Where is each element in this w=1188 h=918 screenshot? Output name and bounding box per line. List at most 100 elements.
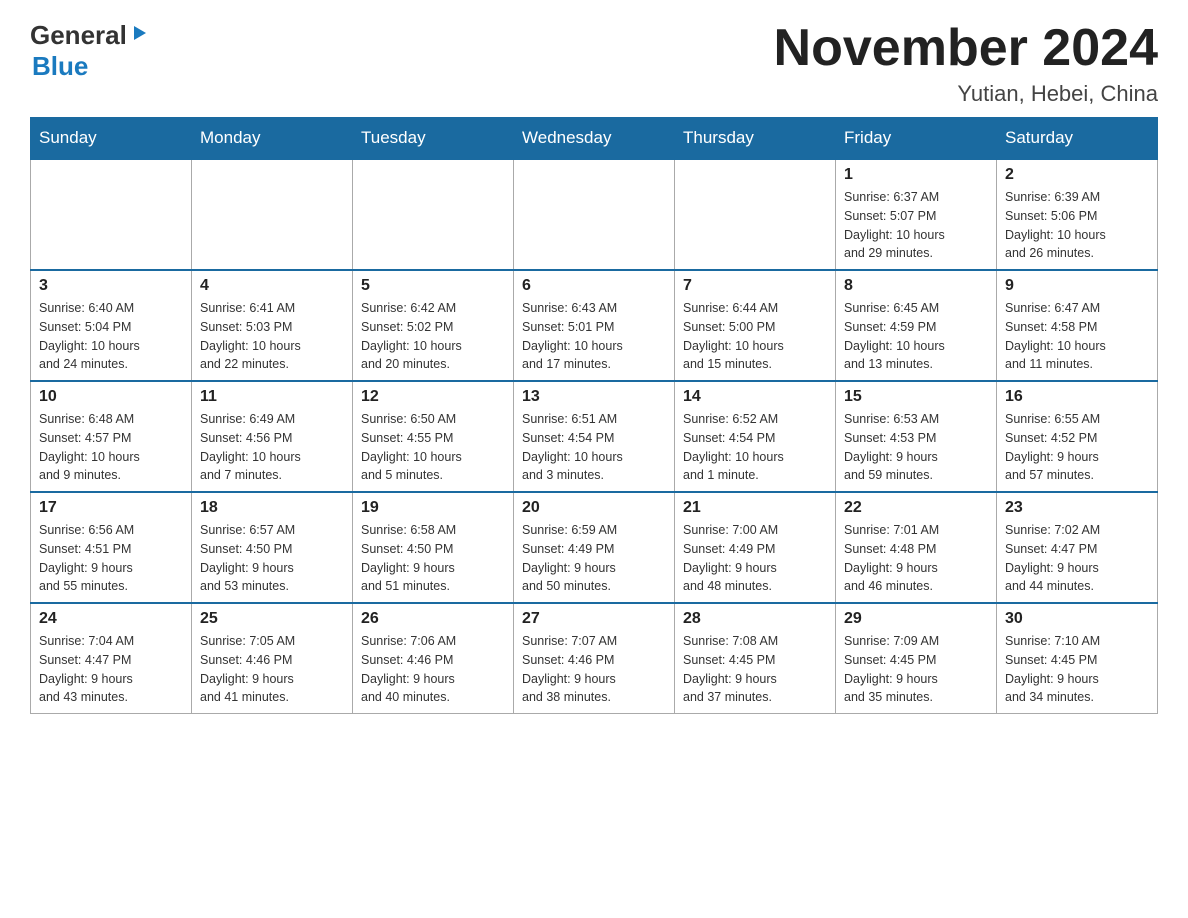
- day-info: Sunrise: 7:06 AMSunset: 4:46 PMDaylight:…: [361, 632, 505, 707]
- day-number: 30: [1005, 610, 1149, 628]
- day-info: Sunrise: 6:57 AMSunset: 4:50 PMDaylight:…: [200, 521, 344, 596]
- day-info: Sunrise: 6:40 AMSunset: 5:04 PMDaylight:…: [39, 299, 183, 374]
- day-info: Sunrise: 6:50 AMSunset: 4:55 PMDaylight:…: [361, 410, 505, 485]
- day-info: Sunrise: 7:02 AMSunset: 4:47 PMDaylight:…: [1005, 521, 1149, 596]
- day-info: Sunrise: 6:51 AMSunset: 4:54 PMDaylight:…: [522, 410, 666, 485]
- calendar-cell: 22 Sunrise: 7:01 AMSunset: 4:48 PMDayligh…: [836, 492, 997, 603]
- day-info: Sunrise: 7:00 AMSunset: 4:49 PMDaylight:…: [683, 521, 827, 596]
- day-info: Sunrise: 6:47 AMSunset: 4:58 PMDaylight:…: [1005, 299, 1149, 374]
- logo-arrow-icon: [130, 24, 148, 47]
- calendar-cell: [192, 159, 353, 270]
- calendar-cell: 24 Sunrise: 7:04 AMSunset: 4:47 PMDayligh…: [31, 603, 192, 714]
- calendar-cell: 16 Sunrise: 6:55 AMSunset: 4:52 PMDayligh…: [997, 381, 1158, 492]
- day-info: Sunrise: 6:43 AMSunset: 5:01 PMDaylight:…: [522, 299, 666, 374]
- calendar-cell: 2 Sunrise: 6:39 AMSunset: 5:06 PMDaylight…: [997, 159, 1158, 270]
- calendar-week-5: 24 Sunrise: 7:04 AMSunset: 4:47 PMDayligh…: [31, 603, 1158, 714]
- calendar-week-2: 3 Sunrise: 6:40 AMSunset: 5:04 PMDaylight…: [31, 270, 1158, 381]
- calendar-cell: 11 Sunrise: 6:49 AMSunset: 4:56 PMDayligh…: [192, 381, 353, 492]
- day-number: 20: [522, 499, 666, 517]
- calendar-cell: 12 Sunrise: 6:50 AMSunset: 4:55 PMDayligh…: [353, 381, 514, 492]
- weekday-header-sunday: Sunday: [31, 118, 192, 160]
- title-section: November 2024 Yutian, Hebei, China: [774, 20, 1158, 107]
- day-info: Sunrise: 7:01 AMSunset: 4:48 PMDaylight:…: [844, 521, 988, 596]
- day-info: Sunrise: 6:39 AMSunset: 5:06 PMDaylight:…: [1005, 188, 1149, 263]
- day-info: Sunrise: 6:58 AMSunset: 4:50 PMDaylight:…: [361, 521, 505, 596]
- day-info: Sunrise: 7:07 AMSunset: 4:46 PMDaylight:…: [522, 632, 666, 707]
- weekday-header-monday: Monday: [192, 118, 353, 160]
- calendar-cell: 1 Sunrise: 6:37 AMSunset: 5:07 PMDaylight…: [836, 159, 997, 270]
- day-number: 3: [39, 277, 183, 295]
- location-text: Yutian, Hebei, China: [774, 81, 1158, 107]
- day-number: 14: [683, 388, 827, 406]
- calendar-cell: 23 Sunrise: 7:02 AMSunset: 4:47 PMDayligh…: [997, 492, 1158, 603]
- day-number: 29: [844, 610, 988, 628]
- calendar-week-1: 1 Sunrise: 6:37 AMSunset: 5:07 PMDaylight…: [31, 159, 1158, 270]
- calendar-cell: 9Sunrise: 6:47 AMSunset: 4:58 PMDaylight…: [997, 270, 1158, 381]
- calendar-cell: [675, 159, 836, 270]
- page-header: General Blue November 2024 Yutian, Hebei…: [30, 20, 1158, 107]
- weekday-header-friday: Friday: [836, 118, 997, 160]
- day-number: 27: [522, 610, 666, 628]
- calendar-cell: 26 Sunrise: 7:06 AMSunset: 4:46 PMDayligh…: [353, 603, 514, 714]
- day-info: Sunrise: 6:45 AMSunset: 4:59 PMDaylight:…: [844, 299, 988, 374]
- day-number: 11: [200, 388, 344, 406]
- calendar-cell: 30 Sunrise: 7:10 AMSunset: 4:45 PMDayligh…: [997, 603, 1158, 714]
- day-info: Sunrise: 6:56 AMSunset: 4:51 PMDaylight:…: [39, 521, 183, 596]
- weekday-header-saturday: Saturday: [997, 118, 1158, 160]
- day-info: Sunrise: 6:49 AMSunset: 4:56 PMDaylight:…: [200, 410, 344, 485]
- calendar-cell: 29 Sunrise: 7:09 AMSunset: 4:45 PMDayligh…: [836, 603, 997, 714]
- logo-general-text: General: [30, 20, 127, 51]
- calendar-cell: 28Sunrise: 7:08 AMSunset: 4:45 PMDayligh…: [675, 603, 836, 714]
- day-number: 23: [1005, 499, 1149, 517]
- day-number: 10: [39, 388, 183, 406]
- calendar-cell: [31, 159, 192, 270]
- calendar-cell: 4 Sunrise: 6:41 AMSunset: 5:03 PMDaylight…: [192, 270, 353, 381]
- day-info: Sunrise: 6:55 AMSunset: 4:52 PMDaylight:…: [1005, 410, 1149, 485]
- day-info: Sunrise: 6:52 AMSunset: 4:54 PMDaylight:…: [683, 410, 827, 485]
- calendar-week-4: 17 Sunrise: 6:56 AMSunset: 4:51 PMDayligh…: [31, 492, 1158, 603]
- calendar-cell: [353, 159, 514, 270]
- calendar-cell: 13 Sunrise: 6:51 AMSunset: 4:54 PMDayligh…: [514, 381, 675, 492]
- day-number: 18: [200, 499, 344, 517]
- day-number: 4: [200, 277, 344, 295]
- calendar-table: SundayMondayTuesdayWednesdayThursdayFrid…: [30, 117, 1158, 714]
- day-number: 5: [361, 277, 505, 295]
- day-info: Sunrise: 6:37 AMSunset: 5:07 PMDaylight:…: [844, 188, 988, 263]
- weekday-header-wednesday: Wednesday: [514, 118, 675, 160]
- calendar-cell: 18 Sunrise: 6:57 AMSunset: 4:50 PMDayligh…: [192, 492, 353, 603]
- day-number: 26: [361, 610, 505, 628]
- weekday-header-thursday: Thursday: [675, 118, 836, 160]
- day-number: 1: [844, 166, 988, 184]
- day-info: Sunrise: 7:09 AMSunset: 4:45 PMDaylight:…: [844, 632, 988, 707]
- calendar-cell: 20Sunrise: 6:59 AMSunset: 4:49 PMDayligh…: [514, 492, 675, 603]
- calendar-cell: 14 Sunrise: 6:52 AMSunset: 4:54 PMDayligh…: [675, 381, 836, 492]
- day-info: Sunrise: 6:42 AMSunset: 5:02 PMDaylight:…: [361, 299, 505, 374]
- calendar-cell: 10 Sunrise: 6:48 AMSunset: 4:57 PMDayligh…: [31, 381, 192, 492]
- day-number: 24: [39, 610, 183, 628]
- day-number: 16: [1005, 388, 1149, 406]
- day-number: 17: [39, 499, 183, 517]
- calendar-cell: 19Sunrise: 6:58 AMSunset: 4:50 PMDayligh…: [353, 492, 514, 603]
- calendar-cell: 6Sunrise: 6:43 AMSunset: 5:01 PMDaylight…: [514, 270, 675, 381]
- weekday-header-tuesday: Tuesday: [353, 118, 514, 160]
- calendar-cell: 8Sunrise: 6:45 AMSunset: 4:59 PMDaylight…: [836, 270, 997, 381]
- day-number: 25: [200, 610, 344, 628]
- day-number: 13: [522, 388, 666, 406]
- day-number: 22: [844, 499, 988, 517]
- calendar-cell: 25 Sunrise: 7:05 AMSunset: 4:46 PMDayligh…: [192, 603, 353, 714]
- day-number: 12: [361, 388, 505, 406]
- calendar-cell: [514, 159, 675, 270]
- day-info: Sunrise: 7:05 AMSunset: 4:46 PMDaylight:…: [200, 632, 344, 707]
- calendar-cell: 27 Sunrise: 7:07 AMSunset: 4:46 PMDayligh…: [514, 603, 675, 714]
- day-info: Sunrise: 7:04 AMSunset: 4:47 PMDaylight:…: [39, 632, 183, 707]
- logo: General Blue: [30, 20, 148, 82]
- day-info: Sunrise: 6:53 AMSunset: 4:53 PMDaylight:…: [844, 410, 988, 485]
- month-title: November 2024: [774, 20, 1158, 77]
- day-number: 2: [1005, 166, 1149, 184]
- calendar-cell: 7Sunrise: 6:44 AMSunset: 5:00 PMDaylight…: [675, 270, 836, 381]
- logo-blue-text: Blue: [30, 51, 88, 81]
- day-info: Sunrise: 6:48 AMSunset: 4:57 PMDaylight:…: [39, 410, 183, 485]
- day-info: Sunrise: 6:41 AMSunset: 5:03 PMDaylight:…: [200, 299, 344, 374]
- day-info: Sunrise: 7:10 AMSunset: 4:45 PMDaylight:…: [1005, 632, 1149, 707]
- day-number: 15: [844, 388, 988, 406]
